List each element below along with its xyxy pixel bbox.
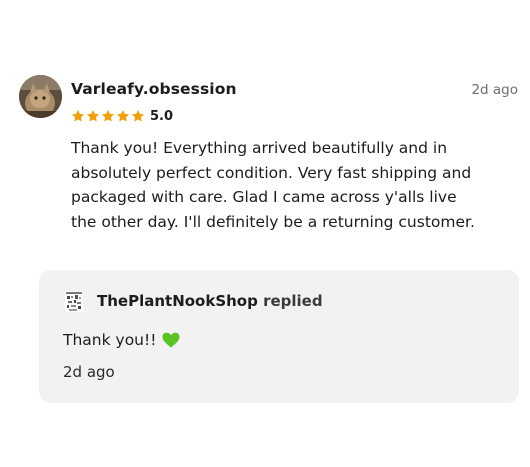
shop-logo-icon — [65, 291, 83, 312]
reviewer-avatar[interactable] — [19, 75, 62, 118]
shop-reply-header: ThePlantNookShop replied — [97, 292, 323, 310]
review-text: Thank you! Everything arrived beautifull… — [71, 139, 475, 231]
star-icon — [86, 110, 100, 122]
reply-message: Thank you!! — [63, 331, 180, 349]
cat-photo-avatar-icon — [19, 75, 62, 118]
reviewer-username[interactable]: Varleafy.obsession — [71, 80, 237, 98]
reply-text: Thank you!! — [63, 331, 157, 349]
review-card: Varleafy.obsession 2d ago 5.0 Thank you!… — [0, 0, 530, 467]
replied-label: replied — [263, 292, 323, 310]
reply-timestamp: 2d ago — [63, 363, 115, 381]
star-rating — [71, 109, 145, 123]
rating-value: 5.0 — [150, 108, 174, 124]
rating-row: 5.0 — [71, 107, 173, 125]
shop-reply: ThePlantNookShop replied Thank you!! 2d … — [39, 270, 519, 403]
review-timestamp: 2d ago — [471, 82, 518, 98]
shop-name[interactable]: ThePlantNookShop — [97, 292, 258, 310]
star-icon — [101, 110, 115, 122]
shop-avatar[interactable] — [65, 291, 83, 312]
star-icon — [116, 110, 130, 122]
star-icon — [131, 110, 145, 122]
star-icon — [71, 110, 85, 122]
green-heart-icon — [162, 332, 180, 348]
